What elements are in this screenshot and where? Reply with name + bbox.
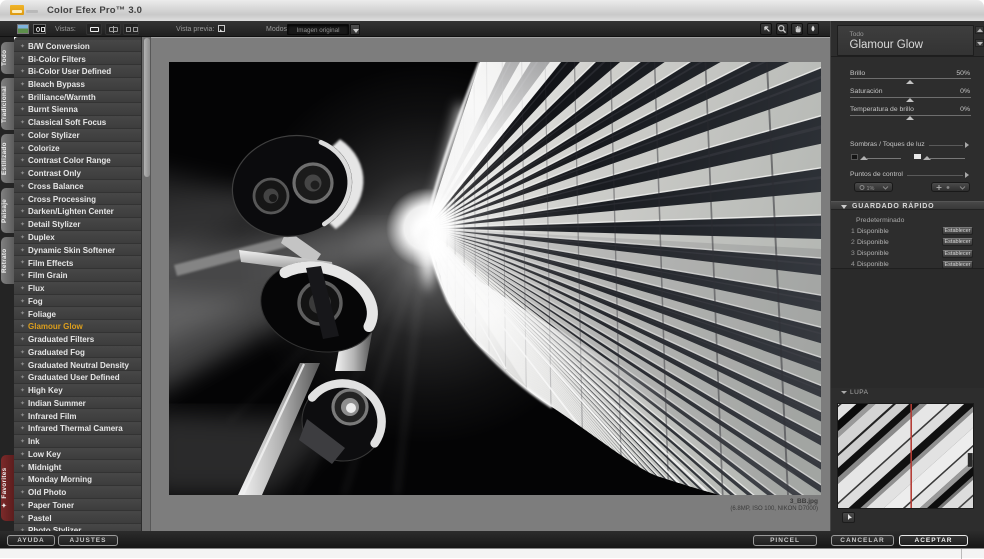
svg-text:1%: 1% [866, 186, 874, 192]
